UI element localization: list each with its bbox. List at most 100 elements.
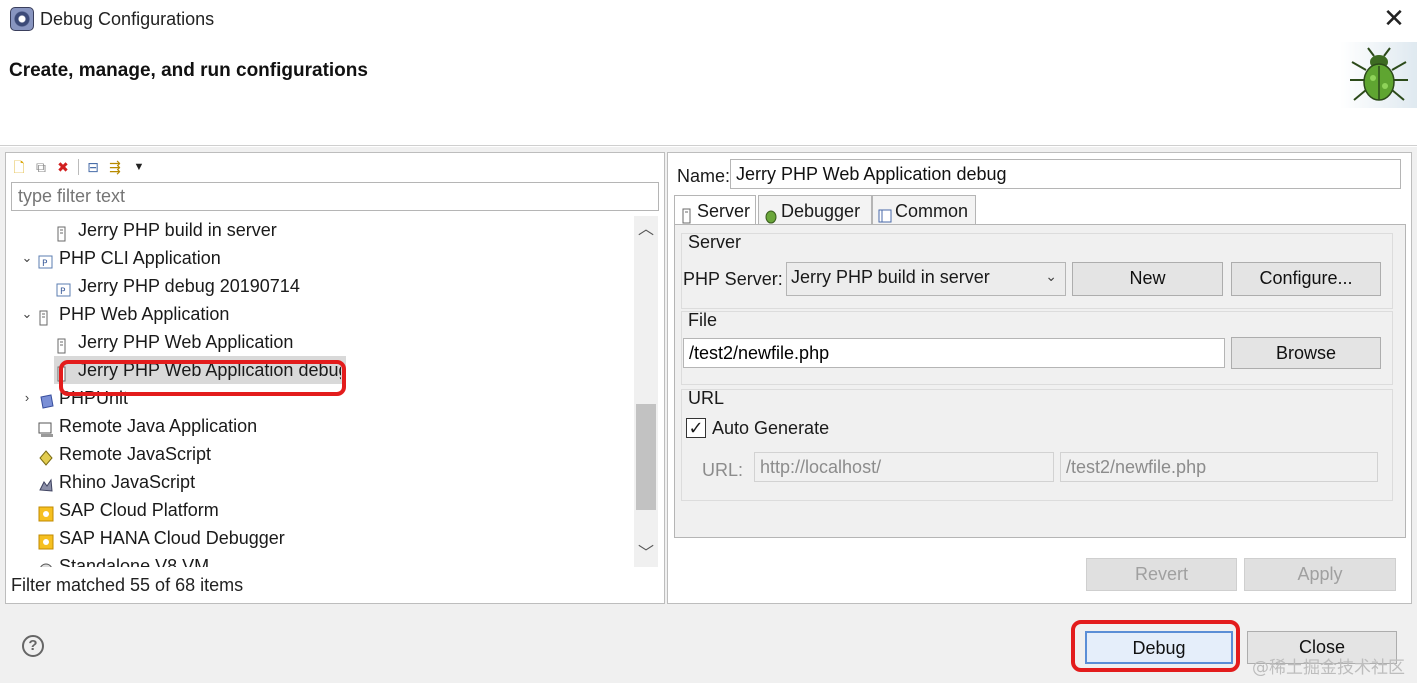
toolbar-divider: [78, 159, 79, 175]
chevron-down-icon: ⌄: [1045, 268, 1057, 284]
configuration-tree: Jerry PHP build in server ⌄ P PHP CLI Ap…: [6, 216, 634, 567]
tree-item-label: Rhino JavaScript: [59, 472, 196, 492]
name-field[interactable]: [730, 159, 1401, 189]
auto-generate-label: Auto Generate: [712, 418, 830, 438]
file-group-title: File: [688, 310, 718, 330]
delete-icon[interactable]: ✖: [54, 158, 72, 176]
tree-item-label: Remote Java Application: [59, 416, 258, 436]
url-path-field: [1060, 452, 1378, 482]
sap-icon: [38, 530, 54, 550]
tab-server[interactable]: Server: [674, 195, 756, 226]
url-label: URL:: [702, 460, 744, 480]
php-server-icon: [36, 306, 52, 326]
tree-item[interactable]: P Jerry PHP debug 20190714: [6, 272, 634, 300]
dialog-body: 🗋 ⧉ ✖ ⊟ ⇶ ▼ Jerry PHP build in server ⌄ …: [0, 147, 1417, 683]
tree-item-label: PHP Web Application: [59, 304, 230, 324]
title-bar: Debug Configurations ✕: [0, 0, 1417, 40]
svg-text:P: P: [60, 287, 66, 297]
tree-item[interactable]: Jerry PHP build in server: [6, 216, 634, 244]
server-group-title: Server: [688, 232, 742, 252]
url-group: URL ✓ Auto Generate URL:: [681, 388, 1393, 501]
file-path-field[interactable]: [683, 338, 1225, 368]
tree-item[interactable]: Remote Java Application: [6, 412, 634, 440]
tree-item-label: SAP Cloud Platform: [59, 500, 219, 520]
bug-small-icon: [764, 203, 778, 224]
server-tab-content: Server PHP Server: Jerry PHP build in se…: [674, 224, 1406, 538]
scroll-up-icon[interactable]: ︿: [634, 218, 658, 242]
new-server-button[interactable]: New: [1072, 262, 1223, 296]
configure-server-button[interactable]: Configure...: [1231, 262, 1381, 296]
watermark: @稀土掘金技术社区: [1252, 658, 1405, 678]
tree-item[interactable]: Rhino JavaScript: [6, 468, 634, 496]
filter-icon[interactable]: ⇶: [106, 158, 124, 176]
collapse-all-icon[interactable]: ⊟: [84, 158, 102, 176]
php-server-icon: [54, 334, 70, 354]
server-group: Server PHP Server: Jerry PHP build in se…: [681, 232, 1393, 309]
tree-item-label: SAP HANA Cloud Debugger: [59, 528, 285, 548]
debug-button[interactable]: Debug: [1085, 631, 1233, 664]
config-tabs: Server Debugger Common: [674, 195, 1404, 226]
svg-text:P: P: [42, 259, 48, 269]
tree-item[interactable]: ⌄ PHP Web Application: [6, 300, 634, 328]
auto-generate-checkbox[interactable]: ✓: [686, 418, 706, 438]
php-server-icon: [54, 222, 70, 242]
chevron-down-icon[interactable]: ⌄: [20, 300, 34, 328]
tree-item[interactable]: SAP HANA Cloud Debugger: [6, 524, 634, 552]
tree-item-label: Standalone V8 VM: [59, 556, 210, 567]
php-server-select[interactable]: Jerry PHP build in server ⌄: [786, 262, 1066, 296]
remote-js-icon: [38, 446, 54, 466]
duplicate-icon[interactable]: ⧉: [32, 158, 50, 176]
url-base-field: [754, 452, 1054, 482]
tree-item-selected[interactable]: Jerry PHP Web Application debug: [54, 356, 346, 384]
banner-heading: Create, manage, and run configurations: [9, 60, 368, 81]
chevron-down-icon[interactable]: ⌄: [20, 244, 34, 272]
tree-scrollbar[interactable]: ︿ ﹀: [634, 216, 658, 567]
tree-item-label: Jerry PHP build in server: [78, 220, 277, 240]
tree-item-label: Jerry PHP Web Application debug: [78, 360, 341, 380]
new-configuration-icon[interactable]: 🗋: [10, 158, 28, 176]
filter-input[interactable]: [11, 182, 659, 211]
window-title: Debug Configurations: [40, 9, 215, 29]
tab-label: Common: [895, 201, 969, 221]
tab-common[interactable]: Common: [872, 195, 976, 225]
revert-button[interactable]: Revert: [1086, 558, 1237, 591]
url-group-title: URL: [688, 388, 725, 408]
php-server-icon: [54, 362, 70, 382]
php-cli-icon: P: [38, 250, 54, 269]
scrollbar-thumb[interactable]: [636, 404, 656, 510]
tab-label: Debugger: [781, 201, 861, 221]
php-cli-icon: P: [56, 278, 72, 297]
phpunit-icon: [38, 390, 54, 409]
v8-icon: [38, 558, 54, 567]
tree-item[interactable]: › PHPUnit: [6, 384, 634, 412]
chevron-right-icon[interactable]: ›: [20, 384, 34, 412]
help-icon[interactable]: ?: [22, 635, 44, 657]
remote-java-icon: [38, 418, 54, 437]
view-menu-chevron-down-icon[interactable]: ▼: [130, 158, 148, 176]
tree-item[interactable]: Standalone V8 VM: [6, 552, 634, 567]
config-toolbar: 🗋 ⧉ ✖ ⊟ ⇶ ▼: [8, 155, 208, 179]
sap-icon: [38, 502, 54, 522]
filter-status: Filter matched 55 of 68 items: [11, 575, 244, 595]
configuration-editor-panel: Name: Server Debugger Common Server PHP …: [667, 152, 1412, 604]
common-tab-icon: [878, 203, 892, 223]
scroll-down-icon[interactable]: ﹀: [634, 542, 658, 566]
tree-item-label: PHPUnit: [59, 388, 129, 408]
window-close-button[interactable]: ✕: [1380, 4, 1408, 32]
apply-button[interactable]: Apply: [1244, 558, 1396, 591]
tab-label: Server: [697, 201, 751, 221]
tree-item-label: Jerry PHP Web Application: [78, 332, 294, 352]
tree-item[interactable]: Remote JavaScript: [6, 440, 634, 468]
rhino-icon: [38, 474, 54, 492]
eclipse-app-icon: [10, 7, 34, 31]
php-server-selected-value: Jerry PHP build in server: [791, 267, 990, 287]
tree-item[interactable]: ⌄ P PHP CLI Application: [6, 244, 634, 272]
tree-item-label: PHP CLI Application: [59, 248, 221, 268]
tab-debugger[interactable]: Debugger: [758, 195, 872, 225]
tree-item[interactable]: Jerry PHP Web Application: [6, 328, 634, 356]
bug-icon: [1340, 42, 1417, 108]
configuration-list-panel: 🗋 ⧉ ✖ ⊟ ⇶ ▼ Jerry PHP build in server ⌄ …: [5, 152, 665, 604]
browse-button[interactable]: Browse: [1231, 337, 1381, 369]
php-server-icon: [680, 203, 694, 224]
tree-item[interactable]: SAP Cloud Platform: [6, 496, 634, 524]
